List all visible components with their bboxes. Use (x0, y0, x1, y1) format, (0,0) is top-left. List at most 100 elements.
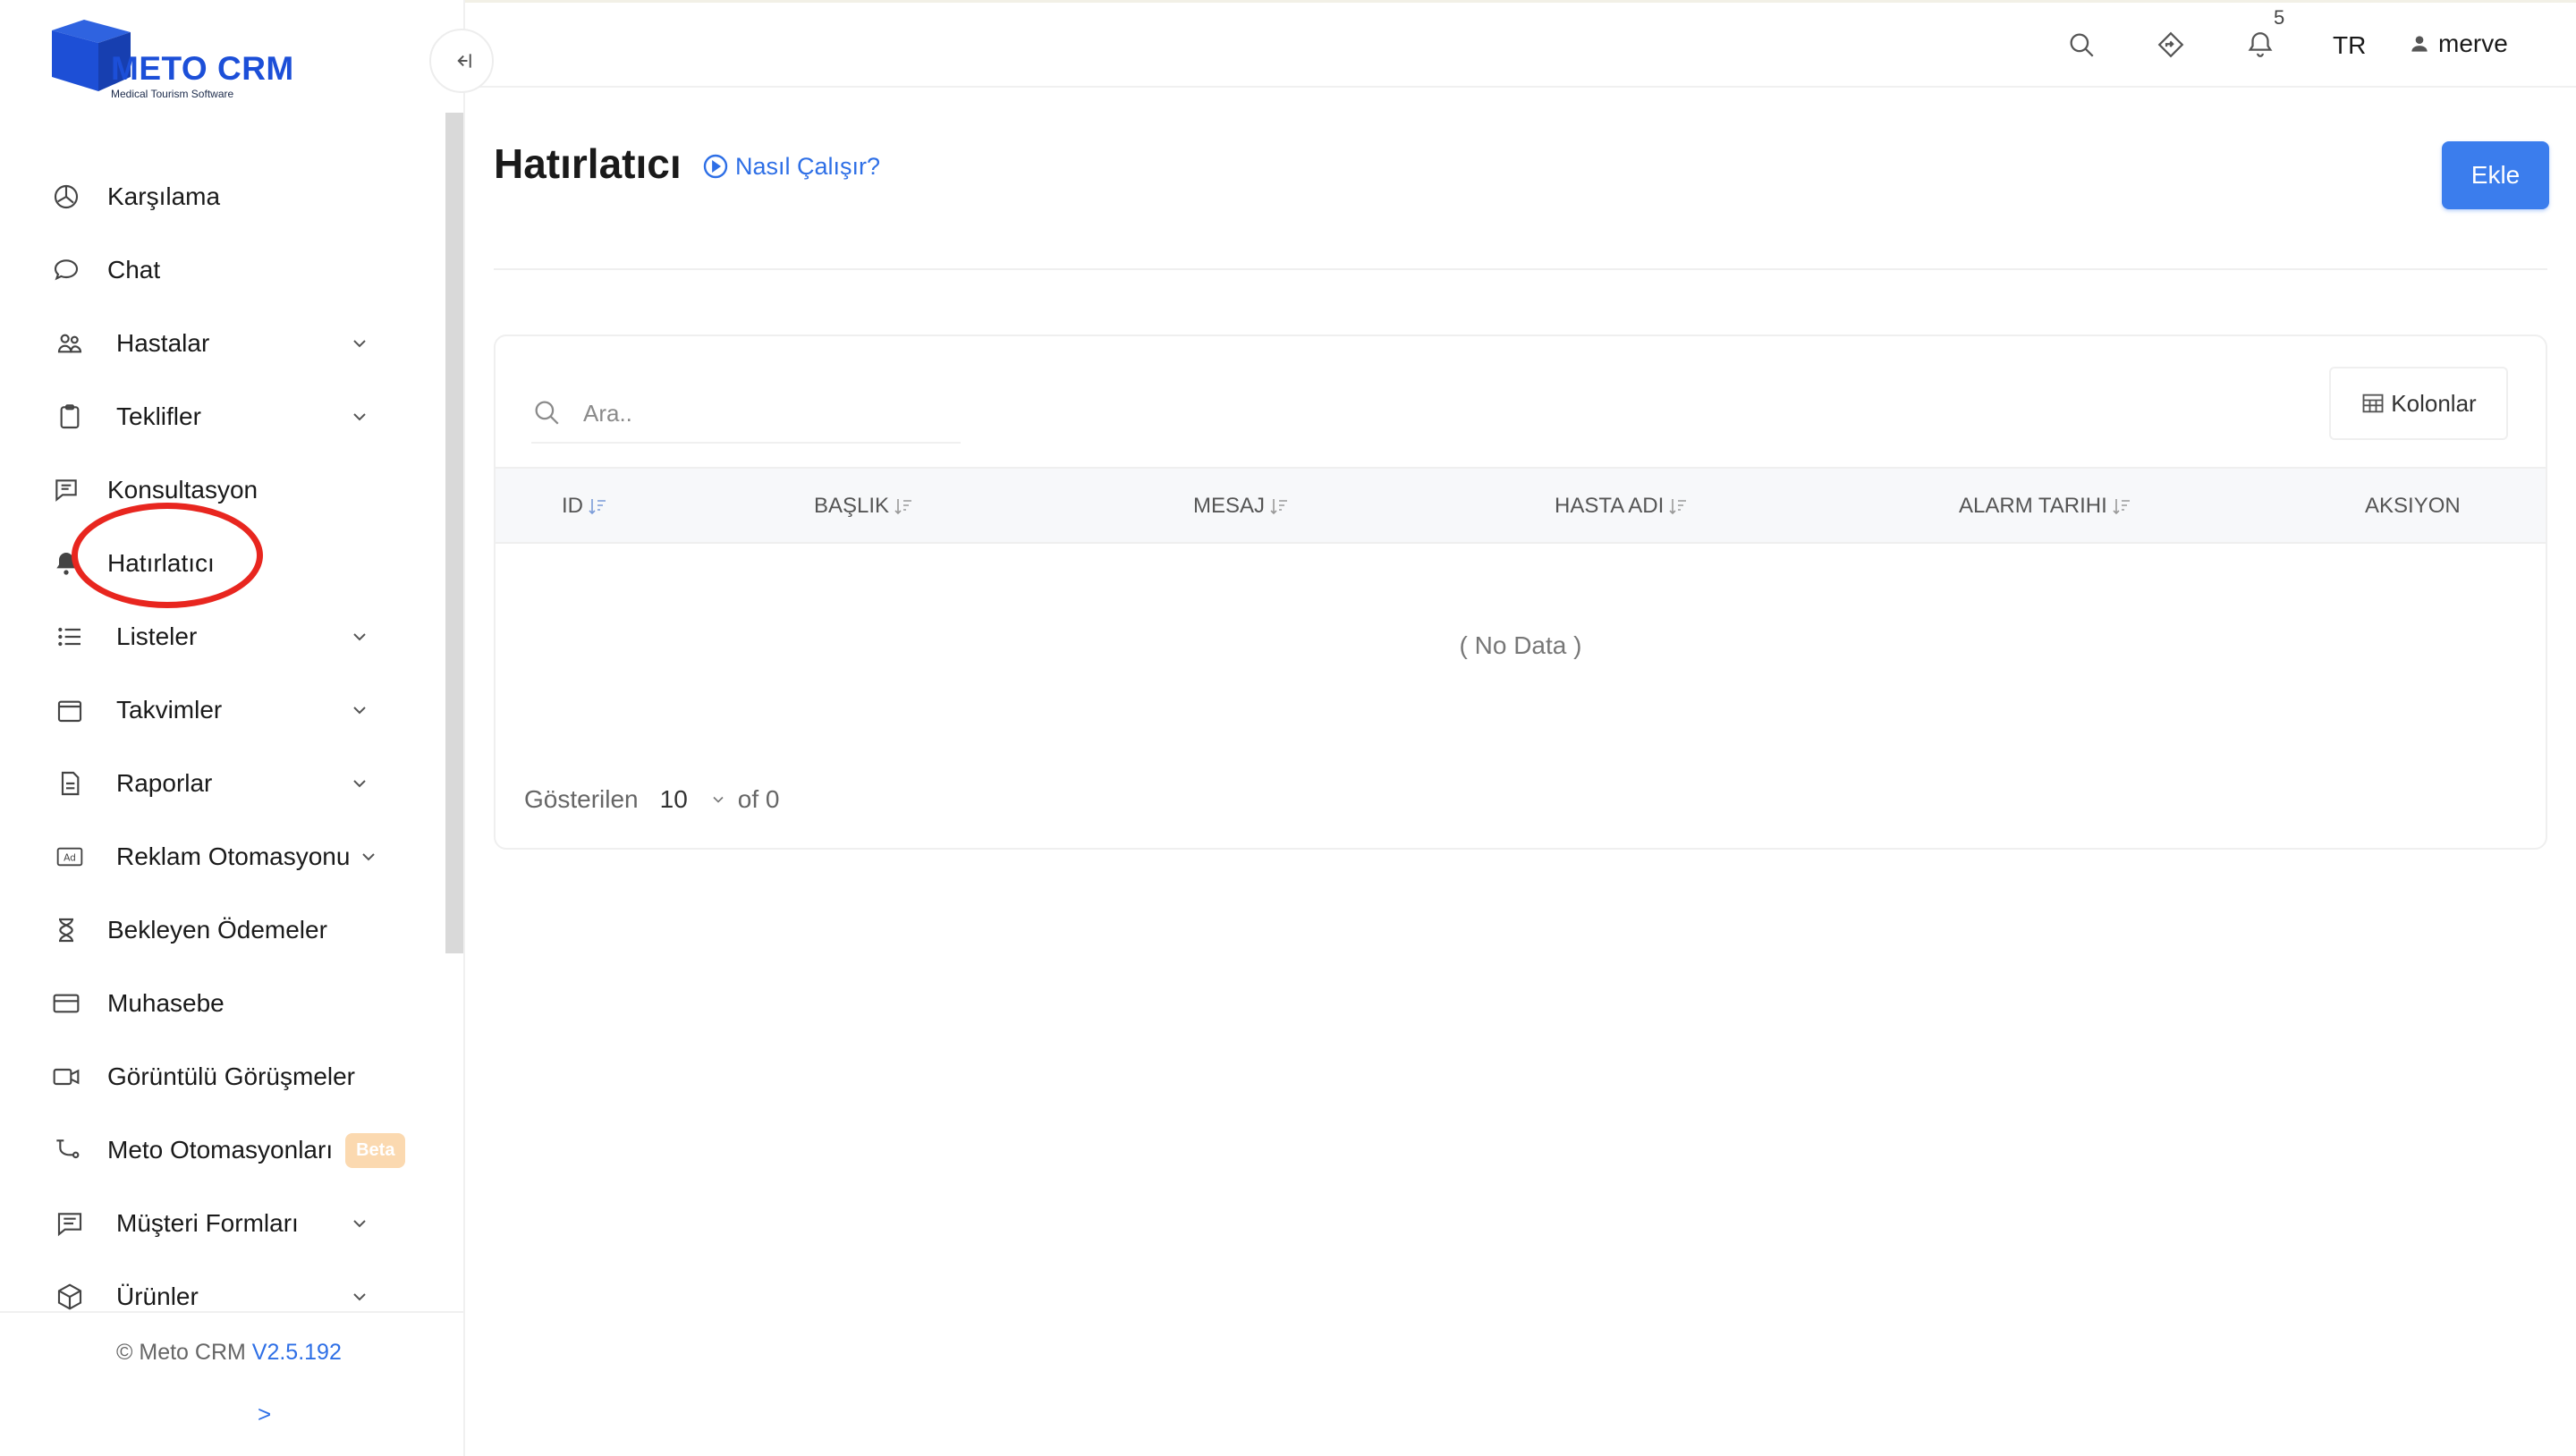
sidebar-item-takvimler[interactable]: Takvimler (48, 683, 424, 737)
expand-sidebar-button[interactable]: > (258, 1401, 271, 1428)
chevron-down-icon (353, 413, 366, 421)
sidebar: METO CRM Medical Tourism Software Karşıl… (0, 0, 465, 1456)
column-header-id[interactable]: ID (562, 494, 608, 519)
column-header-label: AKSIYON (2365, 494, 2461, 518)
notification-bell-icon[interactable] (2245, 30, 2275, 60)
chevron-down-icon (353, 707, 366, 715)
copyright-text: © Meto CRM V2.5.192 (116, 1340, 342, 1366)
collapse-sidebar-button[interactable] (429, 29, 494, 93)
column-header-label: MESAJ (1193, 494, 1266, 518)
chevron-down-icon[interactable] (709, 791, 727, 808)
column-header-mesaj[interactable]: MESAJ (1193, 494, 1290, 519)
brand-tagline: Medical Tourism Software (111, 88, 234, 100)
sidebar-item-listeler[interactable]: Listeler (48, 610, 424, 664)
column-header-label: ALARM TARIHI (1959, 494, 2107, 518)
hourglass-icon (48, 912, 84, 948)
box-icon (52, 1279, 88, 1315)
column-header-label: HASTA ADI (1555, 494, 1665, 518)
users-icon (52, 326, 88, 361)
sidebar-item-label: Teklifler (116, 402, 201, 430)
user-icon (2411, 36, 2428, 52)
sidebar-item-label: Chat (107, 256, 161, 284)
search-box (531, 390, 961, 444)
sidebar-item-karsilama[interactable]: Karşılama (48, 170, 424, 224)
sidebar-item-label: Raporlar (116, 769, 213, 797)
sidebar-item-label: Görüntülü Görüşmeler (107, 1062, 356, 1090)
user-menu[interactable]: merve (2408, 30, 2508, 58)
column-header-label: ID (562, 494, 583, 518)
search-input[interactable] (583, 394, 941, 433)
sidebar-item-hatirlatici[interactable]: Hatırlatıcı (48, 537, 424, 590)
sidebar-item-hastalar[interactable]: Hastalar (48, 317, 424, 370)
sidebar-item-bekleyen-odemeler[interactable]: Bekleyen Ödemeler (48, 903, 424, 957)
page-size-select[interactable]: 10 (660, 785, 688, 814)
clipboard-icon (52, 399, 88, 435)
version-link[interactable]: V2.5.192 (252, 1340, 342, 1365)
brand-logo[interactable]: METO CRM Medical Tourism Software (48, 14, 317, 104)
how-it-works-link[interactable]: Nasıl Çalışır? (701, 152, 880, 181)
sidebar-item-label: Karşılama (107, 182, 221, 210)
chevron-down-icon (362, 853, 375, 861)
beta-badge: Beta (345, 1132, 406, 1168)
sidebar-item-meto-otomasyonlari[interactable]: Meto Otomasyonları Beta (48, 1123, 424, 1177)
add-button[interactable]: Ekle (2442, 141, 2549, 209)
brand-name: METO CRM (111, 50, 294, 87)
sidebar-item-label: Ürünler (116, 1282, 199, 1310)
column-header-hasta-adi[interactable]: HASTA ADI (1555, 494, 1689, 519)
sidebar-footer: © Meto CRM V2.5.192 > (0, 1311, 463, 1456)
copyright-label: © Meto CRM (116, 1340, 246, 1365)
play-circle-icon (703, 154, 728, 179)
columns-button[interactable]: Kolonlar (2329, 367, 2508, 440)
sort-icon (894, 499, 912, 515)
sidebar-item-musteri-formlari[interactable]: Müşteri Formları (48, 1197, 424, 1250)
svg-text:Ad: Ad (64, 852, 76, 864)
chevron-down-icon (353, 780, 366, 788)
list-icon (52, 619, 88, 655)
chevron-down-icon (353, 633, 366, 641)
sidebar-item-goruntulu-gorusmeler[interactable]: Görüntülü Görüşmeler (48, 1050, 424, 1104)
username-label: merve (2438, 30, 2508, 57)
sidebar-item-reklam-otomasyonu[interactable]: Ad Reklam Otomasyonu (48, 830, 424, 884)
sidebar-item-raporlar[interactable]: Raporlar (48, 757, 424, 810)
empty-state-text: ( No Data ) (1459, 631, 1582, 659)
how-it-works-label: Nasıl Çalışır? (735, 152, 881, 180)
chevron-down-icon (353, 1293, 366, 1301)
column-header-baslik[interactable]: BAŞLIK (814, 494, 914, 519)
sidebar-item-konsultasyon[interactable]: Konsultasyon (48, 463, 424, 517)
collapse-arrow-icon (457, 54, 471, 68)
column-header-alarm-tarihi[interactable]: ALARM TARIHI (1959, 494, 2132, 519)
sort-icon (2113, 499, 2130, 515)
message-square-icon (48, 472, 84, 508)
column-header-aksiyon: AKSIYON (2365, 494, 2461, 519)
table-grid-icon (2362, 394, 2384, 413)
chat-bubble-icon (48, 252, 84, 288)
notification-count-badge: 5 (2274, 6, 2285, 29)
sidebar-item-label: Hastalar (116, 329, 210, 357)
ad-icon: Ad (52, 839, 88, 875)
form-icon (52, 1206, 88, 1241)
pagination: Gösterilen 10 of 0 (524, 785, 779, 814)
sidebar-item-chat[interactable]: Chat (48, 243, 424, 297)
sidebar-scrollbar[interactable] (445, 113, 463, 953)
sort-icon (1669, 499, 1687, 515)
sidebar-item-label: Bekleyen Ödemeler (107, 916, 327, 944)
sidebar-item-teklifler[interactable]: Teklifler (48, 390, 424, 444)
sidebar-item-label: Meto Otomasyonları (107, 1136, 334, 1164)
diamond-directions-icon[interactable] (2156, 30, 2186, 60)
sidebar-item-muhasebe[interactable]: Muhasebe (48, 977, 424, 1030)
language-switcher[interactable]: TR (2333, 31, 2366, 60)
sort-icon (589, 499, 606, 515)
search-icon[interactable] (2066, 30, 2097, 60)
page-title: Hatırlatıcı (494, 140, 682, 187)
sidebar-item-label: Listeler (116, 622, 198, 650)
calendar-icon (52, 692, 88, 728)
video-icon (48, 1059, 84, 1095)
credit-card-icon (48, 986, 84, 1021)
sidebar-item-label: Hatırlatıcı (107, 549, 215, 577)
sidebar-item-label: Konsultasyon (107, 476, 258, 504)
dashboard-icon (48, 179, 84, 215)
table-header: ID BAŞLIK MESAJ HASTA ADI ALARM TARIHI A… (496, 467, 2546, 544)
bell-icon (48, 546, 84, 581)
document-icon (52, 766, 88, 801)
chevron-down-icon (353, 340, 366, 348)
